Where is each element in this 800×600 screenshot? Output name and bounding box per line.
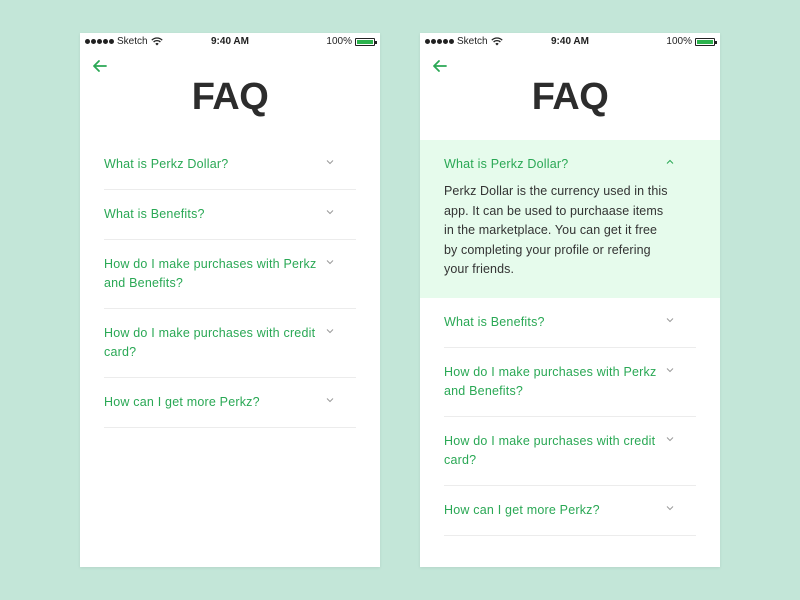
page-title: FAQ (531, 76, 609, 118)
status-bar: Sketch 9:40 AM 100% (420, 33, 720, 50)
faq-item[interactable]: How do I make purchases with Perkz and B… (80, 240, 380, 309)
battery-icon (695, 37, 717, 46)
arrow-left-icon[interactable] (91, 57, 109, 75)
faq-question[interactable]: How can I get more Perkz? (104, 393, 332, 412)
chevron-down-icon[interactable] (666, 505, 674, 511)
status-right: 100% (326, 36, 377, 47)
battery-percent: 100% (666, 36, 692, 47)
faq-item[interactable]: How can I get more Perkz? (80, 378, 380, 428)
faq-question-row[interactable]: How can I get more Perkz? (104, 378, 356, 428)
chevron-down-icon[interactable] (326, 209, 334, 215)
faq-item[interactable]: What is Benefits? (80, 190, 380, 240)
faq-question[interactable]: How do I make purchases with Perkz and B… (104, 255, 332, 293)
phone-screen-expanded: Sketch 9:40 AM 100% FAQ What is Perkz Do… (420, 33, 720, 567)
battery-fill (357, 39, 373, 44)
faq-item[interactable]: How do I make purchases with credit card… (420, 417, 720, 486)
faq-item[interactable]: How do I make purchases with Perkz and B… (420, 348, 720, 417)
battery-icon (355, 37, 377, 46)
faq-question[interactable]: How do I make purchases with credit card… (444, 432, 672, 470)
status-bar: Sketch 9:40 AM 100% (80, 33, 380, 50)
faq-question[interactable]: What is Benefits? (444, 313, 672, 332)
faq-list: What is Perkz Dollar? Perkz Dollar is the… (420, 140, 720, 536)
faq-item[interactable]: How do I make purchases with credit card… (80, 309, 380, 378)
faq-question[interactable]: What is Perkz Dollar? (104, 155, 332, 174)
chevron-down-icon[interactable] (666, 367, 674, 373)
faq-item[interactable]: How can I get more Perkz? (420, 486, 720, 536)
faq-question-row[interactable]: How do I make purchases with Perkz and B… (444, 348, 696, 417)
faq-question[interactable]: How can I get more Perkz? (444, 501, 672, 520)
battery-fill (697, 39, 713, 44)
faq-question-row[interactable]: What is Benefits? (444, 298, 696, 348)
arrow-left-icon[interactable] (431, 57, 449, 75)
faq-item[interactable]: What is Perkz Dollar? Perkz Dollar is the… (420, 140, 720, 298)
faq-question-row[interactable]: How do I make purchases with credit card… (444, 417, 696, 486)
faq-question[interactable]: How do I make purchases with Perkz and B… (444, 363, 672, 401)
chevron-up-icon[interactable] (666, 159, 674, 165)
faq-question-row[interactable]: What is Perkz Dollar? (444, 140, 696, 182)
faq-answer: Perkz Dollar is the currency used in thi… (444, 184, 668, 276)
battery-percent: 100% (326, 36, 352, 47)
faq-list: What is Perkz Dollar? What is Benefits? Ho… (80, 140, 380, 428)
faq-item[interactable]: What is Benefits? (420, 298, 720, 348)
phone-screen-collapsed: Sketch 9:40 AM 100% FAQ What is Perkz Do… (80, 33, 380, 567)
faq-question[interactable]: How do I make purchases with credit card… (104, 324, 332, 362)
faq-question[interactable]: What is Benefits? (104, 205, 332, 224)
chevron-down-icon[interactable] (326, 397, 334, 403)
faq-question-row[interactable]: What is Perkz Dollar? (104, 140, 356, 190)
chevron-down-icon[interactable] (666, 436, 674, 442)
faq-question-row[interactable]: How do I make purchases with credit card… (104, 309, 356, 378)
faq-question[interactable]: What is Perkz Dollar? (444, 155, 672, 174)
faq-item[interactable]: What is Perkz Dollar? (80, 140, 380, 190)
chevron-down-icon[interactable] (666, 317, 674, 323)
status-right: 100% (666, 36, 717, 47)
page-title: FAQ (191, 76, 269, 118)
faq-question-row[interactable]: What is Benefits? (104, 190, 356, 240)
faq-question-row[interactable]: How can I get more Perkz? (444, 486, 696, 536)
chevron-down-icon[interactable] (326, 159, 334, 165)
chevron-down-icon[interactable] (326, 259, 334, 265)
faq-question-row[interactable]: How do I make purchases with Perkz and B… (104, 240, 356, 309)
chevron-down-icon[interactable] (326, 328, 334, 334)
